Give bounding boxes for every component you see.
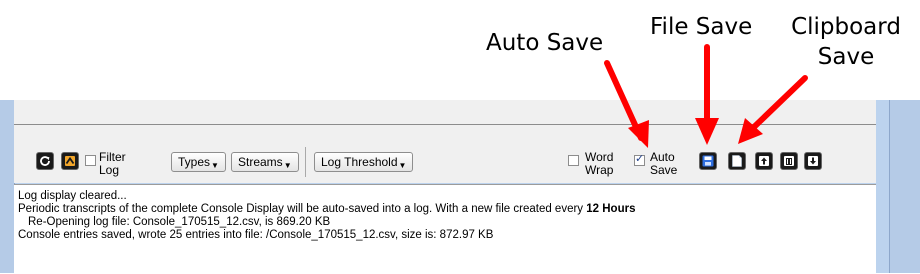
auto-save-label-line2: Save [650,163,678,177]
filter-log-label-line2: Log [99,163,120,177]
log-threshold-label: Log Threshold [321,155,398,169]
upload-icon [759,156,769,166]
download-icon [808,156,818,166]
scroll-top-icon [65,156,75,166]
streams-dropdown-label: Streams [238,155,283,169]
types-dropdown-label: Types [178,155,211,169]
word-wrap-checkbox[interactable] [568,155,579,166]
file-save-icon [702,155,714,167]
log-threshold-dropdown[interactable]: Log Threshold▼ [314,152,414,172]
annotation-clipboard-line1: Clipboard [791,14,901,40]
clipboard-save-icon [732,155,742,167]
export-button[interactable] [804,152,822,170]
trash-icon [784,156,794,166]
log-line-text: Periodic transcripts of the complete Con… [18,203,587,215]
console-toolbar: Filter Log Types▼ Streams▼ Log Threshold… [14,125,876,183]
clipboard-save-button[interactable] [728,152,746,170]
refresh-button[interactable] [36,152,54,170]
auto-save-checkbox[interactable] [634,152,645,166]
streams-dropdown[interactable]: Streams▼ [231,152,299,172]
word-wrap-label: Word Wrap [585,151,613,177]
toolbar-separator [305,147,306,177]
log-line: Periodic transcripts of the complete Con… [18,203,635,216]
scroll-to-top-button[interactable] [61,152,79,170]
log-line: Log display cleared... [18,190,127,202]
console-log-output[interactable]: Log display cleared... Periodic transcri… [14,184,876,274]
filter-log-label: Filter Log [99,151,126,177]
types-dropdown[interactable]: Types▼ [171,152,226,172]
annotation-clipboard-save: Clipboard Save [780,12,912,72]
load-button[interactable] [755,152,773,170]
chevron-down-icon: ▼ [283,161,292,170]
upper-panel [14,100,876,125]
chevron-down-icon: ▼ [211,161,219,170]
console-window: Filter Log Types▼ Streams▼ Log Threshold… [0,100,920,274]
word-wrap-label-line2: Wrap [585,163,614,177]
annotation-clipboard-line2: Save [817,44,875,70]
file-save-button[interactable] [699,152,717,170]
log-line: Console entries saved, wrote 25 entries … [18,229,494,241]
window-left-edge [0,100,15,273]
refresh-icon [40,156,50,166]
log-line: Re-Opening log file: Console_170515_12.c… [28,216,331,228]
clear-log-button[interactable] [780,152,798,170]
auto-save-label: Auto Save [650,151,677,177]
annotation-auto-save: Auto Save [486,30,604,56]
annotation-file-save: File Save [650,14,753,40]
chevron-down-icon: ▼ [398,161,407,170]
log-line-bold-interval: 12 Hours [586,203,636,215]
window-right-edge [889,100,920,273]
filter-log-checkbox[interactable] [85,155,96,166]
